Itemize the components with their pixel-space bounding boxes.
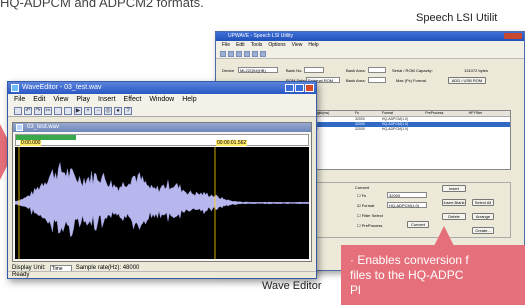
menu-window[interactable]: Window xyxy=(149,96,174,103)
wave-titlebar: WaveEditor - 03_test.wav xyxy=(8,82,316,94)
help-icon[interactable]: ? xyxy=(124,106,132,115)
cut-icon[interactable]: ✂ xyxy=(44,106,52,115)
callout-pointer xyxy=(434,226,454,246)
document-titlebar: 03_test.wav xyxy=(13,123,311,132)
document-title: 03_test.wav xyxy=(27,124,60,130)
minimize-icon[interactable] xyxy=(285,84,294,92)
end-marker[interactable]: 00:00:01.562 xyxy=(216,140,248,146)
col-hpfilter[interactable]: HP Filter xyxy=(467,111,510,116)
save-icon[interactable] xyxy=(14,106,22,115)
insert-button[interactable]: Insert xyxy=(442,185,466,192)
lsi-menu-edit[interactable]: Edit xyxy=(236,42,245,48)
convert-group-label: Convert xyxy=(355,185,370,190)
delete-button[interactable]: Delete xyxy=(442,213,466,220)
filter-checkbox[interactable]: ☐ Filter Select xyxy=(357,213,383,218)
lsi-toolbar xyxy=(216,49,524,59)
wave-menubar: File Edit View Play Insert Effect Window Help xyxy=(8,94,316,105)
callout-line-1: · Enables conversion f xyxy=(350,253,469,267)
copy-icon[interactable] xyxy=(244,51,250,57)
format-checkbox[interactable]: ☑ Format xyxy=(357,203,374,208)
menu-help[interactable]: Help xyxy=(182,96,196,103)
arrange-button[interactable]: Arrange xyxy=(472,213,494,220)
help-icon[interactable] xyxy=(260,51,266,57)
rom-capacity-label: Serial / ROM Capacity: xyxy=(392,68,433,73)
bank-area-label-2: Bank Area: xyxy=(346,78,366,83)
bank-select[interactable] xyxy=(304,67,324,73)
window-controls-icon[interactable] xyxy=(504,33,522,39)
copy-icon[interactable] xyxy=(54,106,62,115)
waveform-graphic xyxy=(15,147,309,259)
lsi-menu-help[interactable]: Help xyxy=(308,42,318,48)
menu-view[interactable]: View xyxy=(53,96,68,103)
device-select[interactable]: ML22Q54(HB) xyxy=(238,67,278,73)
lsi-menu-view[interactable]: View xyxy=(292,42,303,48)
close-icon[interactable] xyxy=(305,84,314,92)
wave-toolbar: ↶ ↷ ✂ ▶ + − ◎ ●? xyxy=(8,105,316,117)
bank-label: Bank No. xyxy=(286,68,303,73)
document-icon xyxy=(16,124,23,131)
callout-line-2: files to the HQ-ADPC xyxy=(350,268,464,282)
preprocess-checkbox[interactable]: ☐ PreProcess xyxy=(357,223,382,228)
record-icon[interactable]: ● xyxy=(114,106,122,115)
fs-checkbox[interactable]: ☐ Fs xyxy=(357,193,366,198)
save-icon[interactable] xyxy=(236,51,242,57)
callout-line-3: Pl xyxy=(350,283,361,297)
paste-icon[interactable] xyxy=(252,51,258,57)
convert-button[interactable]: Convert xyxy=(407,221,429,228)
rom-unit: Max (Pc) Format xyxy=(396,78,426,83)
col-fs[interactable]: Fs xyxy=(353,111,380,116)
add-usb-rom-button[interactable]: ADD / USB ROM xyxy=(448,77,486,84)
zoom-out-icon[interactable]: − xyxy=(94,106,102,115)
select-all-button[interactable]: Select All xyxy=(472,199,494,206)
maximize-icon[interactable] xyxy=(295,84,304,92)
fs-select[interactable]: 32000 xyxy=(387,192,427,198)
col-preprocess[interactable]: PreProcess xyxy=(423,111,466,116)
wave-editor-caption: Wave Editor xyxy=(262,280,322,292)
status-bar: Ready xyxy=(8,271,316,278)
undo-icon[interactable]: ↶ xyxy=(24,106,32,115)
lsi-menu-tools[interactable]: Tools xyxy=(251,42,263,48)
start-marker[interactable]: 0:00.000 xyxy=(20,140,42,146)
open-icon[interactable] xyxy=(228,51,234,57)
menu-play[interactable]: Play xyxy=(76,96,90,103)
col-format[interactable]: Format xyxy=(380,111,423,116)
menu-effect[interactable]: Effect xyxy=(124,96,142,103)
play-icon[interactable]: ▶ xyxy=(74,106,82,115)
zoom-fit-icon[interactable]: ◎ xyxy=(104,106,112,115)
speech-lsi-caption: Speech LSI Utilit xyxy=(416,12,498,24)
waveform-view[interactable] xyxy=(15,147,309,259)
wave-document: 03_test.wav 0:00.000 00:00:01.562 xyxy=(12,122,312,262)
lsi-menu-file[interactable]: File xyxy=(222,42,230,48)
app-icon xyxy=(11,84,19,92)
insert-blank-button[interactable]: Insert Blank xyxy=(442,199,466,206)
new-icon[interactable] xyxy=(220,51,226,57)
paste-icon[interactable] xyxy=(64,106,72,115)
wave-title: WaveEditor - 03_test.wav xyxy=(22,84,102,91)
create-button[interactable]: Create... xyxy=(472,227,494,234)
menu-file[interactable]: File xyxy=(14,96,25,103)
lsi-titlebar: UPWAVE - Speech LSI Utility xyxy=(216,32,524,41)
redo-icon[interactable]: ↷ xyxy=(34,106,42,115)
menu-insert[interactable]: Insert xyxy=(98,96,116,103)
bank-area-field[interactable] xyxy=(368,67,386,73)
bank-area-field-2[interactable] xyxy=(368,77,386,83)
wave-editor-window: WaveEditor - 03_test.wav File Edit View Pla… xyxy=(7,81,317,279)
device-label: Device xyxy=(222,68,235,73)
menu-edit[interactable]: Edit xyxy=(33,96,45,103)
lsi-menu-options[interactable]: Options xyxy=(268,42,285,48)
format-select[interactable]: HQ-ADPCM(1.0) xyxy=(387,202,427,208)
lsi-menubar: File Edit Tools Options View Help xyxy=(216,41,524,49)
lsi-title: UPWAVE - Speech LSI Utility xyxy=(228,33,294,39)
feature-callout: · Enables conversion f files to the HQ-A… xyxy=(341,245,525,305)
top-caption: HQ-ADPCM and ADPCM2 formats. xyxy=(0,0,204,10)
zoom-in-icon[interactable]: + xyxy=(84,106,92,115)
bank-area-label: Bank Area: xyxy=(346,68,366,73)
rom-capacity-value: 131072 bytes xyxy=(464,68,489,73)
time-ruler[interactable]: 0:00.000 00:00:01.562 xyxy=(15,134,309,146)
